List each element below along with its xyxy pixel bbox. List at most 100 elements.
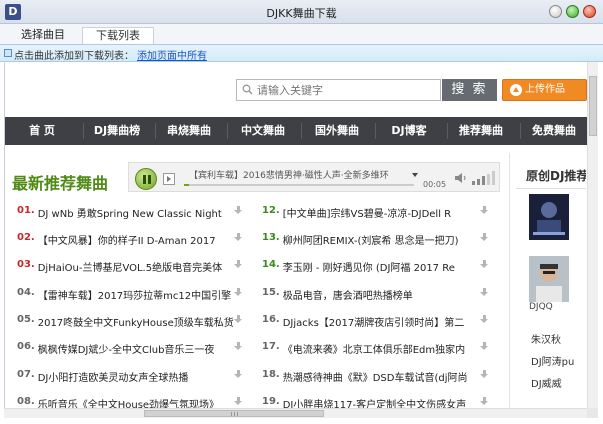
tab-select-songs[interactable]: 选择曲目 bbox=[8, 27, 78, 44]
song-number: 01. bbox=[17, 205, 35, 216]
song-row[interactable]: 18. 热潮感待神曲《默》DSD车载试音(dj阿尚 bbox=[262, 369, 486, 385]
song-row[interactable]: 06. 枫枫传媒DJ斌少-全中文Club音乐三一夜 bbox=[17, 341, 243, 357]
song-row[interactable]: 03. DjHaiOu-兰博基尼VOL.5绝版电音完美体 bbox=[17, 259, 243, 275]
song-number: 15. bbox=[262, 287, 280, 298]
playlist-dropdown-icon[interactable] bbox=[412, 173, 418, 177]
song-row[interactable]: 05. 2017咚鼓全中文FunkyHouse顶级车载私货 bbox=[17, 314, 243, 330]
upload-button[interactable]: 上传作品 bbox=[502, 79, 587, 101]
progress-bar[interactable] bbox=[184, 184, 414, 186]
nav-recommended[interactable]: 推荐舞曲 bbox=[449, 117, 513, 145]
song-title[interactable]: 2017咚鼓全中文FunkyHouse顶级车载私货 bbox=[38, 314, 243, 329]
download-icon[interactable] bbox=[234, 315, 243, 325]
song-title[interactable]: 【中文风暴】你的样子II D-Aman 2017 bbox=[38, 232, 243, 247]
song-title[interactable]: DjHaiOu-兰博基尼VOL.5绝版电音完美体 bbox=[38, 259, 243, 274]
dj-cover-image[interactable] bbox=[529, 194, 569, 240]
song-title[interactable]: 热潮感待神曲《默》DSD车载试音(dj阿尚 bbox=[283, 369, 486, 384]
song-number: 18. bbox=[262, 369, 280, 380]
song-number: 19. bbox=[262, 396, 280, 407]
download-icon[interactable] bbox=[234, 206, 243, 216]
search-input[interactable] bbox=[257, 82, 437, 98]
nav-home[interactable]: 首 页 bbox=[13, 117, 71, 145]
horizontal-scrollbar[interactable] bbox=[4, 408, 587, 418]
tab-download-list[interactable]: 下载列表 bbox=[82, 27, 154, 44]
vertical-scrollbar[interactable] bbox=[587, 62, 598, 412]
maximize-button[interactable] bbox=[566, 5, 579, 18]
song-row[interactable]: 17. 《电流来袭》北京工体俱乐部Edm独家内 bbox=[262, 341, 486, 357]
song-title[interactable]: 《电流来袭》北京工体俱乐部Edm独家内 bbox=[283, 341, 486, 356]
search-button[interactable]: 搜 索 bbox=[442, 79, 497, 101]
nav-dj-blog[interactable]: DJ博客 bbox=[377, 117, 441, 145]
download-icon[interactable] bbox=[480, 260, 489, 270]
volume-icon[interactable] bbox=[455, 173, 467, 183]
song-number: 07. bbox=[17, 369, 35, 380]
song-title[interactable]: 极品电音，唐会酒吧热播榜单 bbox=[283, 287, 486, 302]
song-row[interactable]: 14. 李玉刚 - 刚好遇见你 (DJ阿福 2017 Re bbox=[262, 259, 486, 275]
song-title[interactable]: [中文单曲]宗纬VS碧曼-凉凉-DJDell R bbox=[283, 205, 486, 220]
download-icon[interactable] bbox=[480, 315, 489, 325]
nav-medley[interactable]: 串烧舞曲 bbox=[157, 117, 221, 145]
dj-link[interactable]: DJ威威 bbox=[531, 375, 587, 390]
song-row[interactable]: 16. DJjacks【2017潮牌夜店引领时尚】第二 bbox=[262, 314, 486, 330]
song-title[interactable]: 【雷神车载】2017玛莎拉蒂mc12中国引擎 bbox=[38, 287, 243, 302]
volume-bar bbox=[487, 173, 490, 185]
nav-chinese[interactable]: 中文舞曲 bbox=[229, 117, 297, 145]
song-title[interactable]: DJ wNb 勇敢Spring New Classic Night bbox=[38, 205, 243, 220]
dj-link[interactable]: DJ阿涛pu bbox=[531, 353, 587, 368]
song-title[interactable]: DJjacks【2017潮牌夜店引领时尚】第二 bbox=[283, 314, 486, 329]
song-number: 04. bbox=[17, 287, 35, 298]
nav-free[interactable]: 免费舞曲 bbox=[522, 117, 586, 145]
progress-fill bbox=[184, 184, 189, 186]
minimize-button[interactable] bbox=[549, 5, 562, 18]
download-icon[interactable] bbox=[234, 370, 243, 380]
song-row[interactable]: 07. DJ小阳打造欧美灵动女声全球热播 bbox=[17, 369, 243, 385]
hint-bar: 点击曲此添加到下载列表： 添加页面中所有 bbox=[0, 44, 603, 62]
song-title[interactable]: 李玉刚 - 刚好遇见你 (DJ阿福 2017 Re bbox=[283, 259, 486, 274]
download-icon[interactable] bbox=[234, 397, 243, 407]
song-row[interactable]: 15. 极品电音，唐会酒吧热播榜单 bbox=[262, 287, 486, 303]
song-number: 14. bbox=[262, 259, 280, 270]
song-row[interactable]: 04. 【雷神车载】2017玛莎拉蒂mc12中国引擎 bbox=[17, 287, 243, 303]
song-row[interactable]: 13. 柳州阿团REMIX-(刘宸希 思念是一把刀) bbox=[262, 232, 486, 248]
tab-bar: 选择曲目 下载列表 bbox=[0, 24, 603, 44]
next-track-button[interactable] bbox=[163, 173, 175, 185]
download-icon[interactable] bbox=[480, 342, 489, 352]
play-time: 00:05 bbox=[423, 180, 447, 189]
nav-separator bbox=[155, 123, 156, 139]
download-icon[interactable] bbox=[234, 260, 243, 270]
nav-dj-chart[interactable]: DJ舞曲榜 bbox=[85, 117, 149, 145]
download-icon[interactable] bbox=[234, 342, 243, 352]
pause-button[interactable] bbox=[135, 168, 157, 190]
song-title[interactable]: 柳州阿团REMIX-(刘宸希 思念是一把刀) bbox=[283, 232, 486, 247]
song-title[interactable]: 枫枫传媒DJ斌少-全中文Club音乐三一夜 bbox=[38, 341, 243, 356]
download-icon[interactable] bbox=[234, 288, 243, 298]
dj-name: DJQQ bbox=[529, 302, 553, 312]
song-number: 02. bbox=[17, 232, 35, 243]
download-icon[interactable] bbox=[480, 206, 489, 216]
scrollbar-thumb[interactable] bbox=[144, 410, 324, 417]
nav-separator bbox=[301, 123, 302, 139]
search-box[interactable] bbox=[236, 79, 441, 101]
download-icon[interactable] bbox=[480, 370, 489, 380]
song-row[interactable]: 01. DJ wNb 勇敢Spring New Classic Night bbox=[17, 205, 243, 221]
music-player: 【宾利车载】2016悲情男神·磁性人声·全新多维环 00:05 bbox=[128, 162, 500, 192]
add-all-link[interactable]: 添加页面中所有 bbox=[137, 47, 207, 62]
song-number: 16. bbox=[262, 314, 280, 325]
download-icon[interactable] bbox=[480, 288, 489, 298]
download-icon[interactable] bbox=[480, 233, 489, 243]
song-row[interactable]: 02. 【中文风暴】你的样子II D-Aman 2017 bbox=[17, 232, 243, 248]
nav-foreign[interactable]: 国外舞曲 bbox=[303, 117, 371, 145]
song-title[interactable]: DJ小阳打造欧美灵动女声全球热播 bbox=[38, 369, 243, 384]
dj-avatar[interactable] bbox=[529, 256, 569, 302]
nav-separator bbox=[83, 123, 84, 139]
nav-separator bbox=[520, 123, 521, 139]
close-button[interactable] bbox=[583, 5, 596, 18]
scrollbar-thumb[interactable] bbox=[589, 76, 597, 136]
download-icon[interactable] bbox=[480, 397, 489, 407]
download-icon[interactable] bbox=[234, 233, 243, 243]
volume-slider[interactable] bbox=[472, 171, 496, 185]
song-row[interactable]: 12. [中文单曲]宗纬VS碧曼-凉凉-DJDell R bbox=[262, 205, 486, 221]
dj-link[interactable]: 朱汉秋 bbox=[531, 331, 587, 346]
song-number: 08. bbox=[17, 396, 35, 407]
nav-separator bbox=[375, 123, 376, 139]
song-number: 05. bbox=[17, 314, 35, 325]
